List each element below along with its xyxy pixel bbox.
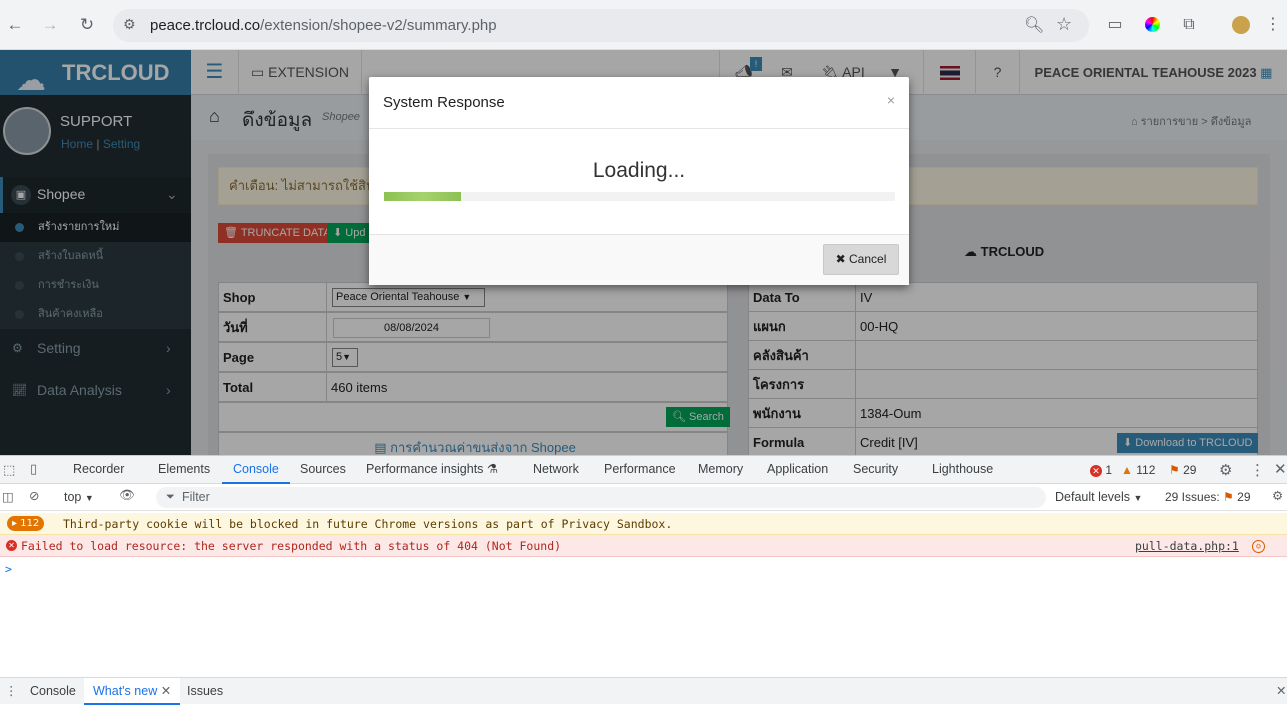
- devtools-panel: ⬚ ▯ Recorder Elements Console Sources Pe…: [0, 455, 1287, 705]
- tab-security[interactable]: Security: [853, 456, 898, 484]
- drawer-tab-issues[interactable]: Issues: [187, 678, 223, 705]
- extensions-puzzle-icon[interactable]: ⧉: [1178, 14, 1200, 36]
- more-options-icon[interactable]: ⋮: [1250, 461, 1265, 479]
- issues-counter[interactable]: ⚑ 29: [1169, 463, 1196, 477]
- zoom-icon[interactable]: 🔍︎: [1024, 15, 1044, 35]
- inspect-element-icon[interactable]: ⬚: [3, 462, 15, 478]
- modal-header: System Response ×: [369, 77, 909, 129]
- console-message: Third-party cookie will be blocked in fu…: [63, 517, 673, 531]
- modal-title: System Response: [383, 94, 505, 111]
- progress-bar: [384, 192, 895, 201]
- tab-lighthouse[interactable]: Lighthouse: [932, 456, 993, 484]
- extension-chat-icon[interactable]: ▭: [1104, 14, 1126, 36]
- flask-icon: ⚗: [486, 462, 499, 476]
- web-page: ☁ TRCLOUD SUPPORT Home | Setting ▣ Shope…: [0, 50, 1287, 455]
- system-response-modal: System Response × Loading... ✖ Cancel: [369, 77, 909, 285]
- close-icon[interactable]: ✕: [1274, 460, 1287, 478]
- back-icon[interactable]: ←: [4, 14, 26, 36]
- tab-recorder[interactable]: Recorder: [73, 456, 124, 484]
- console-message: Failed to load resource: the server resp…: [21, 539, 562, 553]
- ai-explain-icon[interactable]: ☺: [1252, 540, 1265, 553]
- console-error-row[interactable]: ✕ Failed to load resource: the server re…: [0, 535, 1287, 557]
- tab-network[interactable]: Network: [533, 456, 579, 484]
- tab-memory[interactable]: Memory: [698, 456, 743, 484]
- console-settings-icon[interactable]: ⚙: [1272, 488, 1283, 503]
- context-select[interactable]: top ▼: [64, 490, 94, 504]
- browser-toolbar: ← → ↻ ⚙ peace.trcloud.co/extension/shope…: [0, 0, 1287, 50]
- forward-icon[interactable]: →: [39, 14, 61, 36]
- url-host: peace.trcloud.co: [150, 17, 261, 34]
- sidebar-toggle-icon[interactable]: ◫: [2, 489, 14, 504]
- console-toolbar: ◫ ⊘ top ▼ 👁︎ ⏷ Filter Default levels ▼ 29…: [0, 484, 1287, 511]
- source-link[interactable]: pull-data.php:1: [1135, 535, 1239, 557]
- warning-counter[interactable]: ▲ 112: [1121, 463, 1155, 477]
- profile-avatar[interactable]: [1230, 14, 1252, 36]
- device-toolbar-icon[interactable]: ▯: [30, 461, 37, 477]
- drawer-menu-icon[interactable]: ⋮: [5, 683, 18, 698]
- browser-menu-icon[interactable]: ⋮: [1262, 14, 1284, 36]
- bookmark-star-icon[interactable]: ☆: [1056, 14, 1072, 35]
- close-icon[interactable]: ✕: [161, 684, 171, 698]
- cancel-button[interactable]: ✖ Cancel: [823, 244, 899, 275]
- extension-color-icon[interactable]: [1141, 14, 1163, 36]
- filter-input[interactable]: ⏷ Filter: [156, 487, 1046, 508]
- progress-bar-fill: [384, 192, 461, 201]
- tab-console[interactable]: Console: [222, 456, 290, 484]
- warning-count-badge: ▸ 112: [7, 516, 45, 531]
- close-icon: ✖: [835, 252, 846, 266]
- console-prompt[interactable]: >: [0, 558, 1287, 580]
- log-levels-select[interactable]: Default levels ▼: [1055, 490, 1142, 504]
- modal-footer: ✖ Cancel: [369, 234, 909, 285]
- reload-icon[interactable]: ↻: [76, 14, 98, 36]
- tab-performance-insights[interactable]: Performance insights ⚗: [366, 456, 498, 484]
- clear-console-icon[interactable]: ⊘: [29, 488, 39, 503]
- console-warning-row[interactable]: ▸ 112 Third-party cookie will be blocked…: [0, 513, 1287, 535]
- drawer-tab-whats-new[interactable]: What's new ✕: [84, 678, 181, 705]
- eye-icon[interactable]: 👁︎: [119, 488, 135, 503]
- drawer-tab-console[interactable]: Console: [30, 678, 76, 705]
- tab-application[interactable]: Application: [767, 456, 828, 484]
- address-bar[interactable]: ⚙ peace.trcloud.co/extension/shopee-v2/s…: [113, 9, 1089, 42]
- loading-text: Loading...: [592, 159, 686, 182]
- settings-gear-icon[interactable]: ⚙: [1219, 461, 1232, 479]
- issue-flag-icon: ⚑: [1169, 463, 1180, 477]
- funnel-icon: ⏷: [166, 491, 175, 503]
- error-icon: ✕: [1090, 465, 1102, 477]
- error-counter[interactable]: ✕ 1: [1090, 463, 1112, 477]
- close-drawer-icon[interactable]: ✕: [1276, 683, 1286, 698]
- tab-performance[interactable]: Performance: [604, 456, 676, 484]
- issue-flag-icon: ⚑: [1223, 490, 1234, 504]
- url-path: /extension/shopee-v2/summary.php: [260, 17, 497, 34]
- tab-sources[interactable]: Sources: [300, 456, 346, 484]
- warning-icon: ▲: [1121, 463, 1133, 477]
- close-icon[interactable]: ×: [887, 92, 895, 108]
- tab-elements[interactable]: Elements: [158, 456, 210, 484]
- error-icon: ✕: [6, 540, 17, 551]
- site-info-icon[interactable]: ⚙: [123, 16, 136, 33]
- issues-link[interactable]: 29 Issues: ⚑ 29: [1165, 490, 1251, 504]
- drawer-tabbar: ⋮ Console What's new ✕ Issues ✕: [0, 677, 1287, 705]
- devtools-tabbar: ⬚ ▯ Recorder Elements Console Sources Pe…: [0, 456, 1287, 484]
